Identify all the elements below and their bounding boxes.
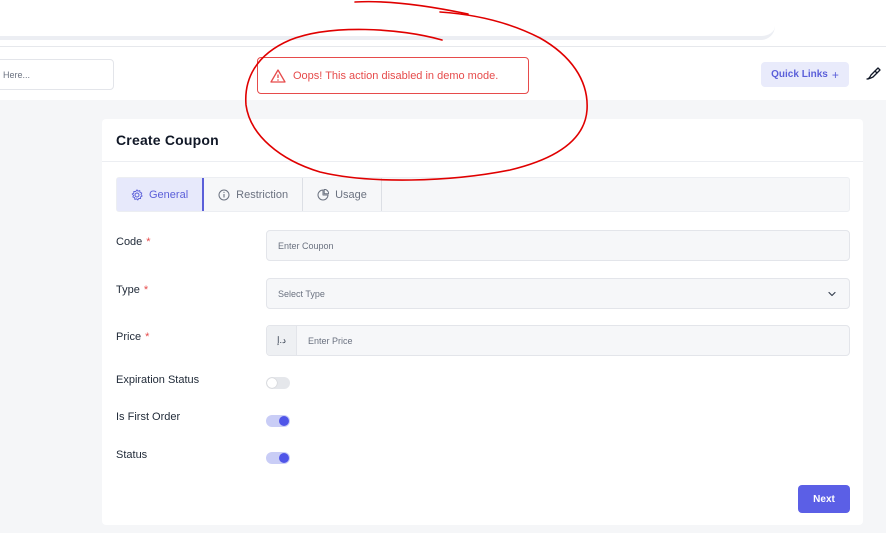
code-label: Code * <box>116 236 151 248</box>
type-label-text: Type <box>116 284 140 296</box>
price-label: Price * <box>116 331 149 343</box>
currency-addon: د.إ <box>267 326 297 355</box>
required-mark: * <box>143 284 149 296</box>
next-button[interactable]: Next <box>798 485 850 513</box>
tab-general-label: General <box>149 188 189 201</box>
price-label-text: Price <box>116 331 142 343</box>
required-mark: * <box>145 331 150 343</box>
toggle-knob <box>267 378 277 388</box>
tab-general[interactable]: General <box>117 178 205 211</box>
create-coupon-card: Create Coupon General Restriction Usage <box>102 119 863 525</box>
price-placeholder: Enter Price <box>308 335 353 346</box>
first-order-label: Is First Order <box>116 411 181 423</box>
type-label: Type * <box>116 284 148 296</box>
search-input[interactable]: Here... <box>0 59 114 90</box>
tab-usage[interactable]: Usage <box>303 178 382 211</box>
quick-links-button[interactable]: Quick Links + <box>761 62 849 87</box>
status-toggle[interactable] <box>266 452 290 464</box>
tab-bar: General Restriction Usage <box>116 177 850 212</box>
top-card-edge <box>0 0 775 40</box>
coupon-code-placeholder: Enter Coupon <box>278 240 334 251</box>
plus-icon: + <box>831 67 839 82</box>
expiration-status-label: Expiration Status <box>116 374 200 386</box>
pie-chart-icon <box>317 188 330 200</box>
tab-restriction-label: Restriction <box>236 188 289 201</box>
card-divider <box>102 161 863 162</box>
paint-brush-icon[interactable] <box>864 65 882 83</box>
code-label-text: Code <box>116 236 143 248</box>
chevron-down-icon <box>828 291 836 296</box>
page-title: Create Coupon <box>116 132 219 148</box>
toggle-knob <box>279 416 289 426</box>
status-label: Status <box>116 449 148 461</box>
demo-mode-alert: Oops! This action disabled in demo mode. <box>257 57 529 94</box>
price-input[interactable]: د.إ Enter Price <box>266 325 850 356</box>
gear-icon <box>131 188 143 200</box>
info-circle-icon <box>218 189 230 200</box>
required-mark: * <box>146 236 151 248</box>
expiration-status-toggle[interactable] <box>266 377 290 389</box>
type-select-placeholder: Select Type <box>278 288 325 299</box>
first-order-toggle[interactable] <box>266 415 290 427</box>
header-bar: Here... Oops! This action disabled in de… <box>0 46 886 100</box>
coupon-code-input[interactable]: Enter Coupon <box>266 230 850 261</box>
warning-icon <box>270 68 286 84</box>
type-select[interactable]: Select Type <box>266 278 850 309</box>
alert-message: Oops! This action disabled in demo mode. <box>293 69 499 82</box>
tab-restriction[interactable]: Restriction <box>204 178 304 211</box>
toggle-knob <box>279 453 289 463</box>
tab-usage-label: Usage <box>335 188 367 201</box>
quick-links-label: Quick Links <box>771 69 828 80</box>
